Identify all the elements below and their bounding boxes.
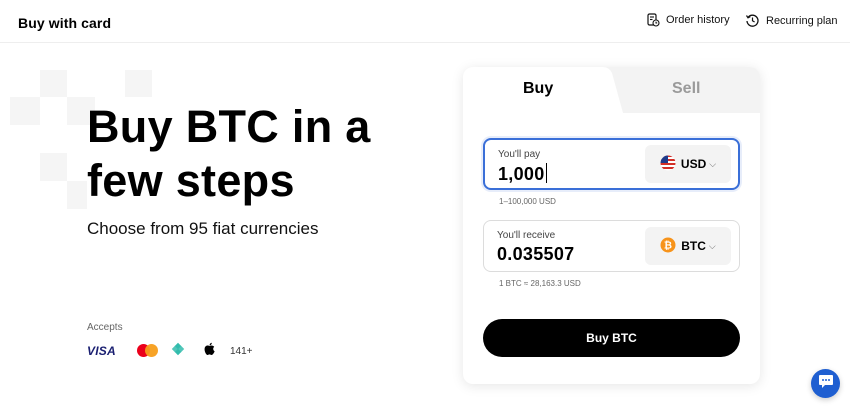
pix-logo xyxy=(171,342,185,361)
receive-amount-field[interactable]: You'll receive 0.035507 ₿ BTC ⌵ xyxy=(483,220,740,272)
text-caret xyxy=(545,163,547,183)
order-history-label: Order history xyxy=(666,14,730,26)
recurring-plan-icon xyxy=(745,13,760,28)
pay-currency-code: USD xyxy=(680,157,707,171)
trade-card: Buy Sell You'll pay 1,000 USD ⌵ 1–100,00… xyxy=(463,67,760,384)
receive-field-label: You'll receive xyxy=(497,230,556,241)
recurring-plan-label: Recurring plan xyxy=(766,14,838,27)
visa-logo: VISA xyxy=(87,344,116,358)
hero-subtitle: Choose from 95 fiat currencies xyxy=(87,219,319,238)
order-history-icon xyxy=(646,13,660,27)
tab-buy[interactable]: Buy xyxy=(523,80,553,98)
pay-amount-value: 1,000 xyxy=(498,164,545,184)
bitcoin-icon: ₿ xyxy=(660,237,676,256)
chevron-down-icon: ⌵ xyxy=(709,158,717,169)
apple-logo xyxy=(203,342,216,361)
hero-title: Buy BTC in a few steps xyxy=(87,101,371,206)
order-history-link[interactable]: Order history xyxy=(646,13,730,27)
chat-button[interactable] xyxy=(811,369,840,398)
pay-field-label: You'll pay xyxy=(498,149,541,160)
pay-amount-field[interactable]: You'll pay 1,000 USD ⌵ xyxy=(483,138,740,190)
payment-methods: VISA 141+ xyxy=(87,341,253,361)
trade-tabs: Buy Sell xyxy=(463,67,760,113)
page-title: Buy with card xyxy=(18,15,112,31)
tab-sell[interactable]: Sell xyxy=(672,80,700,98)
exchange-rate-hint: 1 BTC ≈ 28,163.3 USD xyxy=(499,279,581,288)
buy-btc-button[interactable]: Buy BTC xyxy=(483,319,740,357)
mastercard-logo xyxy=(137,344,159,358)
svg-text:₿: ₿ xyxy=(664,239,672,251)
pay-range-hint: 1–100,000 USD xyxy=(499,197,556,206)
chevron-down-icon: ⌵ xyxy=(708,240,716,251)
accepts-label: Accepts xyxy=(87,322,123,333)
us-flag-icon xyxy=(660,155,676,174)
pay-currency-select[interactable]: USD ⌵ xyxy=(645,145,731,183)
top-bar: Buy with card Order history Recurring pl… xyxy=(0,0,850,43)
chat-icon xyxy=(818,374,834,394)
receive-amount-value: 0.035507 xyxy=(497,244,575,264)
pay-amount-input[interactable]: 1,000 xyxy=(498,163,547,185)
receive-currency-code: BTC xyxy=(681,239,706,253)
recurring-plan-link[interactable]: Recurring plan xyxy=(745,13,838,28)
more-payment-methods-count: 141+ xyxy=(230,345,253,357)
receive-currency-select[interactable]: ₿ BTC ⌵ xyxy=(645,227,731,265)
